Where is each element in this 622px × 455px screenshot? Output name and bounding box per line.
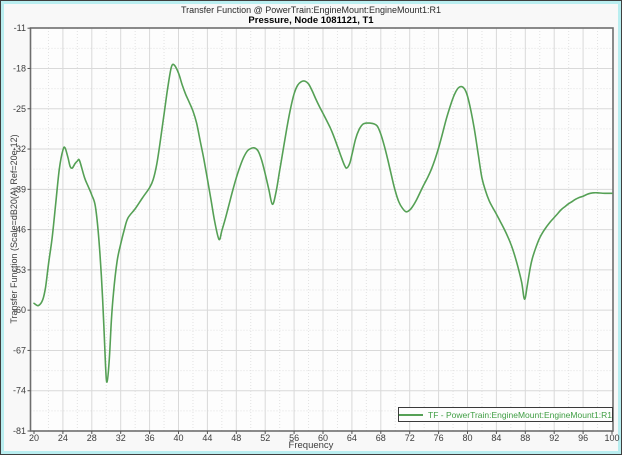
y-tick-label: -32 xyxy=(13,144,26,154)
legend-box[interactable]: TF - PowerTrain:EngineMount:EngineMount1… xyxy=(398,407,613,422)
y-tick-label: -46 xyxy=(13,225,26,235)
chart-window: Transfer Function @ PowerTrain:EngineMou… xyxy=(0,0,622,455)
y-tick-label: -11 xyxy=(14,23,26,33)
y-tick-label: -60 xyxy=(13,305,26,315)
plot-canvas[interactable]: 2024283236404448525660646872768084889296… xyxy=(1,1,622,455)
y-tick-label: -81 xyxy=(13,426,26,436)
y-tick-labels: -11 -18 -25 -32 -39 -46 -53 -60 -67 -74 -81 xyxy=(13,23,26,436)
y-tick-label: -53 xyxy=(13,265,26,275)
y-tick-label: -18 xyxy=(13,63,26,73)
legend-line-sample xyxy=(399,414,423,416)
x-axis-label: Frequency xyxy=(1,440,621,451)
legend-label: TF - PowerTrain:EngineMount:EngineMount1… xyxy=(428,410,612,420)
y-tick-label: -25 xyxy=(13,104,26,114)
y-tick-label: -39 xyxy=(13,184,26,194)
y-tick-label: -67 xyxy=(13,345,26,355)
y-tick-label: -74 xyxy=(13,386,26,396)
